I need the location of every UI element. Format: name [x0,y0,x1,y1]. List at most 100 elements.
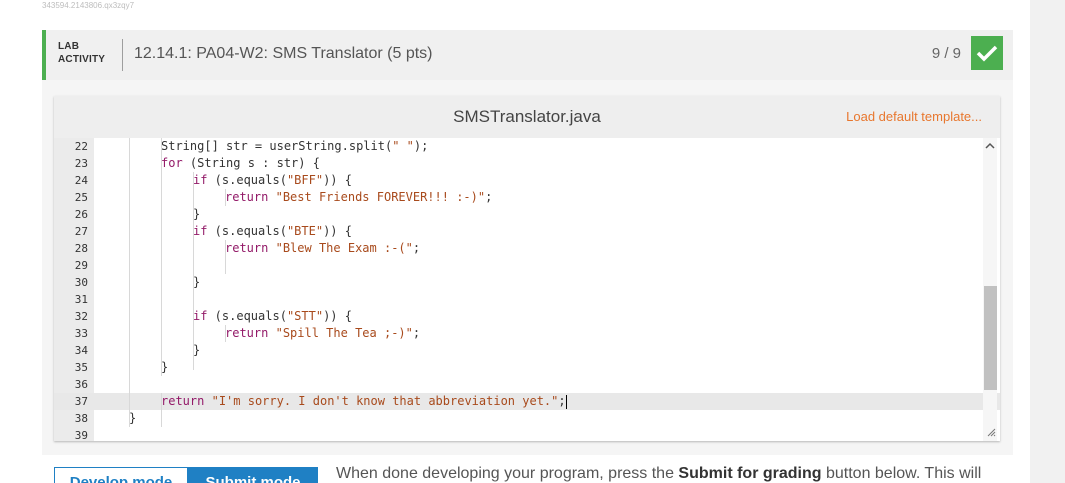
code-line[interactable]: 37 return "I'm sorry. I don't know that a… [54,393,1000,410]
code-line[interactable]: 23 for (String s : str) { [54,155,1000,172]
indent-guide [129,138,130,427]
code-keyword: if [193,173,208,187]
line-number: 35 [74,361,88,374]
code-line-text: return "I'm sorry. I don't know that abb… [161,393,567,410]
line-number: 28 [74,242,88,255]
mode-tabs: Develop mode Submit mode [54,467,318,483]
line-number: 23 [74,157,88,170]
code-line[interactable]: 25 return "Best Friends FOREVER!!! :-)"; [54,189,1000,206]
code-string: "I'm sorry. I don't know that abbreviati… [211,394,559,408]
code-string: "BFF" [286,173,324,187]
code-line[interactable]: 39 [54,427,1000,441]
code-keyword: return [161,394,205,408]
code-keyword: if [193,309,208,323]
code-line[interactable]: 26} [54,206,1000,223]
code-token: ; [412,326,421,340]
scrollbar-thumb[interactable] [984,286,997,390]
submit-mode-tab[interactable]: Submit mode [188,467,318,483]
code-string: "Best Friends FOREVER!!! :-)" [275,190,486,204]
code-line[interactable]: 34} [54,342,1000,359]
code-line-text: if (s.equals("BFF")) { [193,172,352,189]
code-line-text: } [129,410,136,427]
code-line-text: for (String s : str) { [161,155,320,172]
code-area[interactable]: 22 String[] str = userString.split(" "); 2… [54,138,1000,441]
lab-title: 12.14.1: PA04-W2: SMS Translator (5 pts) [134,45,433,62]
completed-checkmark-icon [971,36,1003,70]
indent-guide [161,138,162,376]
code-token: )) { [323,173,352,187]
code-line-text: if (s.equals("STT")) { [193,308,352,325]
lab-type-label: LAB ACTIVITY [58,41,106,65]
code-editor: SMSTranslator.java Load default template… [54,96,1000,441]
code-line-text: return "Blew The Exam :-("; [225,240,420,257]
indent-guide [225,240,226,274]
line-number: 37 [74,395,88,408]
code-line[interactable]: 22 String[] str = userString.split(" "); [54,138,1000,155]
line-number: 32 [74,310,88,323]
code-line[interactable]: 27 if (s.equals("BTE")) { [54,223,1000,240]
editor-toolbar: SMSTranslator.java Load default template… [54,96,1000,138]
code-token: (s.equals( [207,309,287,323]
code-keyword: if [193,224,208,238]
code-line-text: return "Best Friends FOREVER!!! :-)"; [225,189,492,206]
page: 343594.2143806.qx3zqy7 LAB ACTIVITY 12.1… [0,0,1030,483]
code-token: } [193,343,201,357]
indent-guide [193,172,194,370]
line-number: 34 [74,344,88,357]
code-token: )) { [323,309,352,323]
line-number: 24 [74,174,88,187]
code-string: "STT" [286,309,324,323]
page-right-margin [1030,0,1065,483]
code-token: } [161,360,169,374]
code-token: String[] str = userString.split( [161,139,393,153]
code-line[interactable]: 24 if (s.equals("BFF")) { [54,172,1000,189]
instructions-text: When done developing your program, press… [336,465,982,482]
code-token: } [193,207,201,221]
line-number: 39 [74,429,88,441]
code-line[interactable]: 38} [54,410,1000,427]
line-number: 33 [74,327,88,340]
line-number: 25 [74,191,88,204]
code-string: "BTE" [286,224,324,238]
editor-container: SMSTranslator.java Load default template… [42,80,1013,455]
text-cursor [565,394,567,409]
code-token: (s.equals( [207,224,287,238]
code-token: ); [413,139,429,153]
reference-id: 343594.2143806.qx3zqy7 [42,1,135,10]
code-token: )) { [323,224,352,238]
load-default-template-link[interactable]: Load default template... [846,109,982,124]
code-keyword: for [161,156,183,170]
code-string: "Spill The Tea ;-)" [275,326,413,340]
code-token: ; [412,241,421,255]
code-line-text: if (s.equals("BTE")) { [193,223,352,240]
resize-grip-icon[interactable] [986,427,996,437]
develop-mode-tab[interactable]: Develop mode [54,467,188,483]
code-keyword: return [225,241,269,255]
indent-guide [225,325,226,342]
code-line[interactable]: 28 return "Blew The Exam :-("; [54,240,1000,257]
code-token: (String s : str) { [182,156,320,170]
code-line-text: String[] str = userString.split(" "); [161,138,428,155]
code-line[interactable]: 35} [54,359,1000,376]
code-token: ; [558,394,566,408]
code-line[interactable]: 30} [54,274,1000,291]
line-number: 30 [74,276,88,289]
line-number: 36 [74,378,88,391]
scroll-up-arrow-icon[interactable] [985,142,995,150]
code-line[interactable]: 31 [54,291,1000,308]
code-line[interactable]: 33 return "Spill The Tea ;-)"; [54,325,1000,342]
code-line[interactable]: 32 if (s.equals("STT")) { [54,308,1000,325]
header-divider [122,39,123,71]
code-line[interactable]: 36 [54,376,1000,393]
code-line[interactable]: 29 [54,257,1000,274]
code-string: " " [392,139,414,153]
code-line-text: } [193,206,200,223]
code-line-text: } [193,342,200,359]
editor-scrollbar[interactable] [983,138,997,441]
line-number: 22 [74,140,88,153]
code-string: "Blew The Exam :-(" [275,241,413,255]
